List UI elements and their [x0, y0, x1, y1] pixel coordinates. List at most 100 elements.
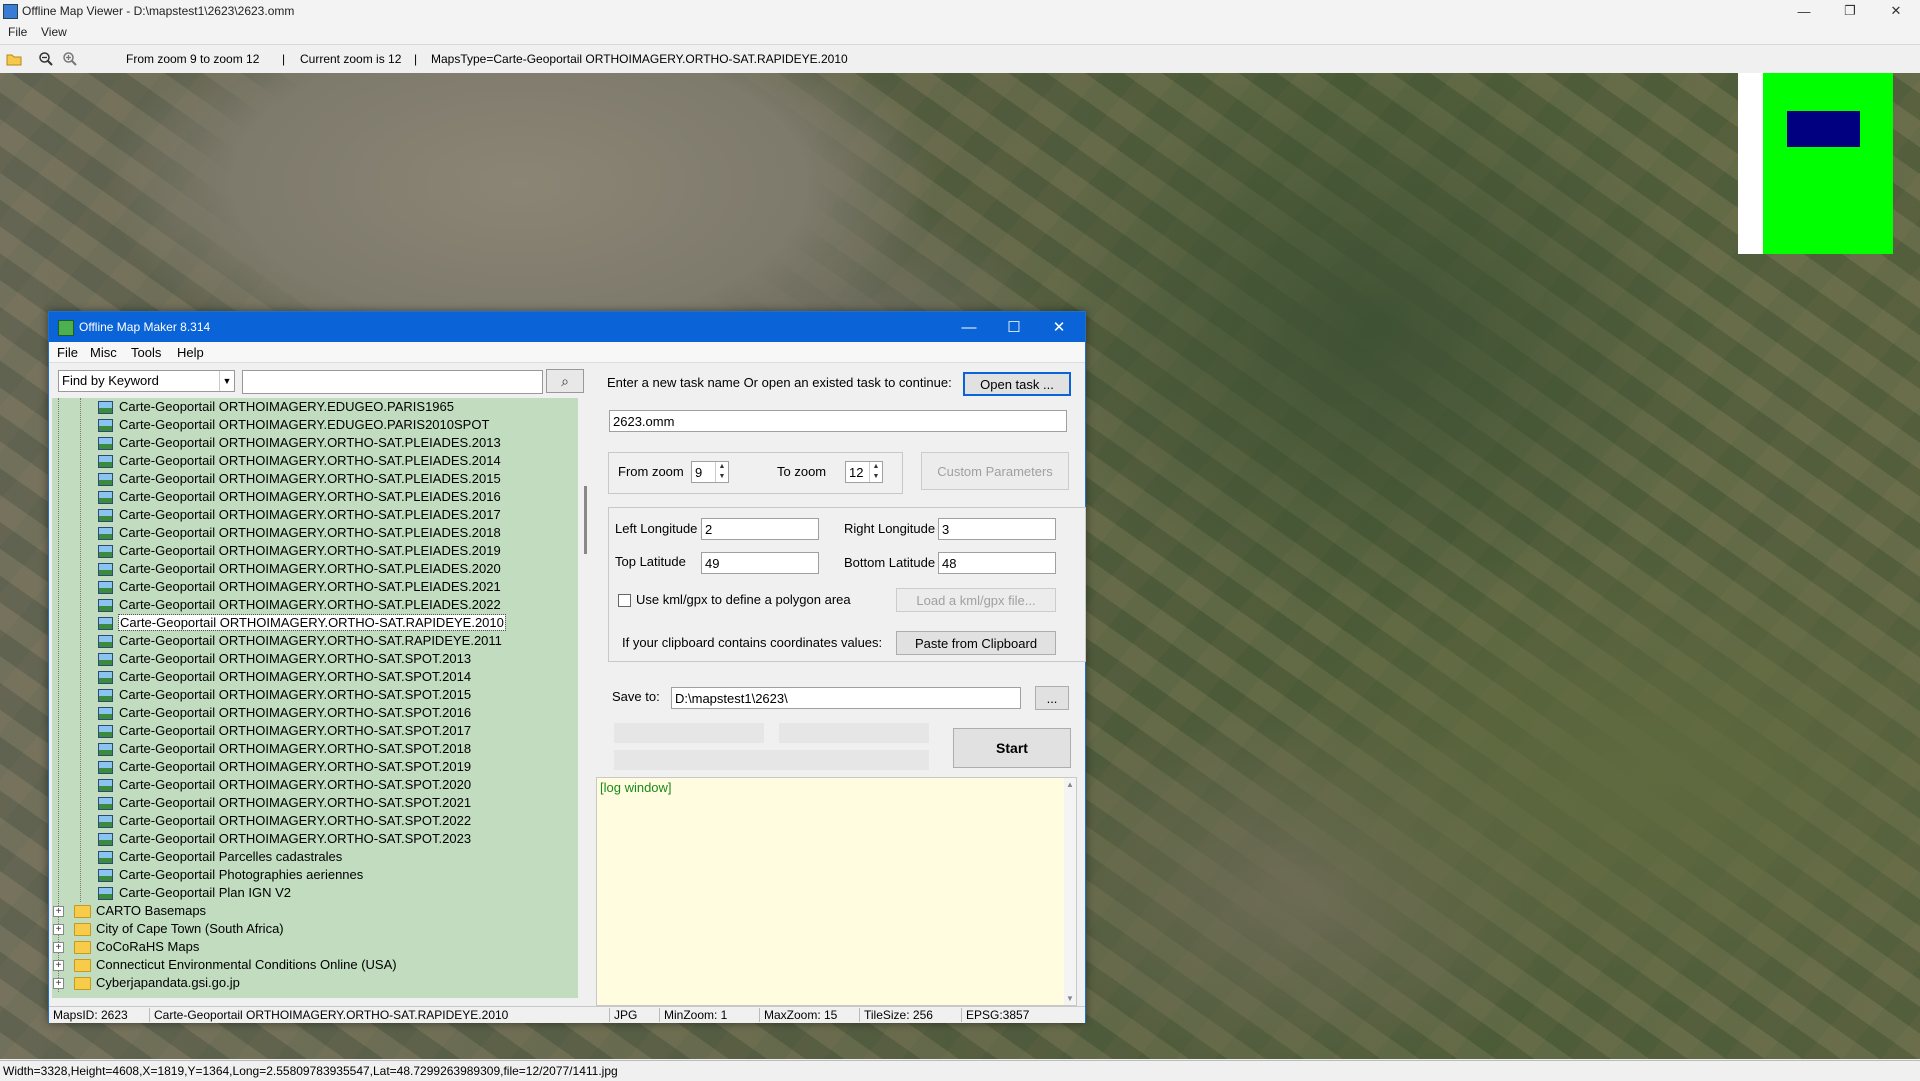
log-scrollbar[interactable]: ▲ ▼ [1064, 778, 1076, 1005]
tree-map-item[interactable]: Carte-Geoportail ORTHOIMAGERY.ORTHO-SAT.… [52, 776, 578, 794]
tree-map-item[interactable]: Carte-Geoportail ORTHOIMAGERY.ORTHO-SAT.… [52, 686, 578, 704]
tree-map-item[interactable]: Carte-Geoportail ORTHOIMAGERY.ORTHO-SAT.… [52, 758, 578, 776]
log-window[interactable]: [log window] ▲ ▼ [596, 777, 1077, 1006]
folder-open-icon[interactable] [6, 51, 22, 67]
minimap[interactable] [1738, 73, 1893, 254]
search-button[interactable]: ⌕ [546, 369, 584, 393]
tree-map-item[interactable]: Carte-Geoportail ORTHOIMAGERY.ORTHO-SAT.… [52, 596, 578, 614]
tree-item-label: Carte-Geoportail ORTHOIMAGERY.ORTHO-SAT.… [119, 471, 501, 486]
open-task-button[interactable]: Open task ... [963, 372, 1071, 396]
dialog-close-button[interactable]: ✕ [1037, 312, 1081, 342]
tree-map-item[interactable]: Carte-Geoportail ORTHOIMAGERY.ORTHO-SAT.… [52, 722, 578, 740]
tree-map-item[interactable]: Carte-Geoportail Parcelles cadastrales [52, 848, 578, 866]
menu-misc[interactable]: Misc [90, 345, 117, 360]
expand-icon[interactable]: + [53, 942, 64, 953]
from-zoom-stepper[interactable]: 9 ▲ ▼ [691, 461, 729, 483]
restore-button[interactable]: ❐ [1827, 0, 1873, 22]
menu-help[interactable]: Help [177, 345, 204, 360]
kml-checkbox[interactable] [618, 594, 631, 607]
chevron-down-icon: ▼ [219, 371, 234, 391]
search-mode-value: Find by Keyword [62, 373, 159, 388]
search-input[interactable] [242, 370, 543, 394]
viewer-status-text: Width=3328,Height=4608,X=1819,Y=1364,Lon… [3, 1064, 618, 1078]
dialog-maximize-button[interactable]: ☐ [992, 312, 1036, 342]
tree-folder-item[interactable]: + Connecticut Environmental Conditions On… [52, 956, 578, 974]
start-button[interactable]: Start [953, 728, 1071, 768]
tree-map-item[interactable]: Carte-Geoportail ORTHOIMAGERY.ORTHO-SAT.… [52, 488, 578, 506]
tree-map-item[interactable]: Carte-Geoportail ORTHOIMAGERY.ORTHO-SAT.… [52, 470, 578, 488]
left-longitude-input[interactable] [701, 518, 819, 540]
tree-folder-item[interactable]: + Cyberjapandata.gsi.go.jp [52, 974, 578, 992]
tree-folder-item[interactable]: + City of Cape Town (South Africa) [52, 920, 578, 938]
tree-item-label: Carte-Geoportail Plan IGN V2 [119, 885, 291, 900]
tree-map-item[interactable]: Carte-Geoportail ORTHOIMAGERY.ORTHO-SAT.… [52, 668, 578, 686]
kml-checkbox-label: Use kml/gpx to define a polygon area [636, 592, 851, 607]
paste-clipboard-button[interactable]: Paste from Clipboard [896, 631, 1056, 655]
minimap-viewport[interactable] [1787, 111, 1860, 147]
tree-item-label: Carte-Geoportail ORTHOIMAGERY.ORTHO-SAT.… [119, 831, 472, 846]
bottom-latitude-input[interactable] [938, 552, 1056, 574]
tree-map-item[interactable]: Carte-Geoportail ORTHOIMAGERY.ORTHO-SAT.… [52, 632, 578, 650]
menu-tools[interactable]: Tools [131, 345, 161, 360]
tree-scrollbar-thumb[interactable] [584, 486, 587, 554]
stepper-arrows-icon[interactable]: ▲ ▼ [869, 462, 882, 482]
map-image-icon [98, 455, 113, 468]
tree-map-item[interactable]: Carte-Geoportail ORTHOIMAGERY.ORTHO-SAT.… [52, 704, 578, 722]
tree-map-item[interactable]: Carte-Geoportail ORTHOIMAGERY.ORTHO-SAT.… [52, 812, 578, 830]
scroll-up-icon[interactable]: ▲ [1066, 780, 1074, 789]
tree-item-label: City of Cape Town (South Africa) [96, 921, 284, 936]
map-source-tree[interactable]: Carte-Geoportail ORTHOIMAGERY.EDUGEO.PAR… [52, 398, 578, 998]
separator: | [414, 52, 418, 66]
load-kml-button[interactable]: Load a kml/gpx file... [896, 588, 1056, 612]
tree-map-item[interactable]: Carte-Geoportail ORTHOIMAGERY.ORTHO-SAT.… [52, 434, 578, 452]
expand-icon[interactable]: + [53, 906, 64, 917]
dialog-minimize-button[interactable]: — [947, 312, 991, 342]
stepper-arrows-icon[interactable]: ▲ ▼ [715, 462, 728, 482]
tree-map-item[interactable]: Carte-Geoportail ORTHOIMAGERY.EDUGEO.PAR… [52, 398, 578, 416]
tree-map-item[interactable]: Carte-Geoportail ORTHOIMAGERY.ORTHO-SAT.… [52, 524, 578, 542]
tree-folder-item[interactable]: + CoCoRaHS Maps [52, 938, 578, 956]
menu-file[interactable]: File [8, 25, 27, 39]
progress-bar-total [614, 750, 929, 770]
tree-map-item[interactable]: Carte-Geoportail ORTHOIMAGERY.ORTHO-SAT.… [52, 452, 578, 470]
custom-parameters-button[interactable]: Custom Parameters [921, 452, 1069, 490]
scroll-down-icon[interactable]: ▼ [1066, 994, 1074, 1003]
tree-map-item[interactable]: Carte-Geoportail ORTHOIMAGERY.ORTHO-SAT.… [52, 794, 578, 812]
minimize-button[interactable]: — [1781, 0, 1827, 22]
tree-map-item[interactable]: Carte-Geoportail Photographies aeriennes [52, 866, 578, 884]
tree-map-item[interactable]: Carte-Geoportail ORTHOIMAGERY.ORTHO-SAT.… [52, 542, 578, 560]
tree-map-item[interactable]: Carte-Geoportail ORTHOIMAGERY.EDUGEO.PAR… [52, 416, 578, 434]
zoom-in-icon[interactable] [62, 51, 78, 67]
tree-folder-item[interactable]: + CARTO Basemaps [52, 902, 578, 920]
expand-icon[interactable]: + [53, 960, 64, 971]
from-zoom-value: 9 [695, 465, 703, 480]
tree-item-label: Carte-Geoportail ORTHOIMAGERY.ORTHO-SAT.… [119, 579, 501, 594]
menu-view[interactable]: View [41, 25, 67, 39]
right-longitude-input[interactable] [938, 518, 1056, 540]
folder-icon [74, 923, 91, 936]
tree-map-item[interactable]: Carte-Geoportail ORTHOIMAGERY.ORTHO-SAT.… [52, 830, 578, 848]
tree-map-item[interactable]: Carte-Geoportail ORTHOIMAGERY.ORTHO-SAT.… [52, 614, 578, 632]
zoom-out-icon[interactable] [38, 51, 54, 67]
tree-map-item[interactable]: Carte-Geoportail Plan IGN V2 [52, 884, 578, 902]
expand-icon[interactable]: + [53, 924, 64, 935]
tree-map-item[interactable]: Carte-Geoportail ORTHOIMAGERY.ORTHO-SAT.… [52, 506, 578, 524]
browse-button[interactable]: ... [1035, 686, 1069, 710]
save-path-input[interactable] [671, 687, 1021, 709]
map-image-icon [98, 653, 113, 666]
task-name-input[interactable] [609, 410, 1067, 432]
status-tile-size: TileSize: 256 [859, 1008, 933, 1022]
tree-map-item[interactable]: Carte-Geoportail ORTHOIMAGERY.ORTHO-SAT.… [52, 578, 578, 596]
expand-icon[interactable]: + [53, 978, 64, 989]
menu-file[interactable]: File [57, 345, 78, 360]
top-latitude-label: Top Latitude [615, 554, 686, 569]
close-button[interactable]: ✕ [1873, 0, 1919, 22]
tree-scrollbar[interactable] [580, 398, 592, 998]
tree-map-item[interactable]: Carte-Geoportail ORTHOIMAGERY.ORTHO-SAT.… [52, 740, 578, 758]
search-mode-select[interactable]: Find by Keyword ▼ [58, 370, 235, 392]
viewer-title-bar: Offline Map Viewer - D:\mapstest1\2623\2… [0, 0, 1920, 22]
to-zoom-stepper[interactable]: 12 ▲ ▼ [845, 461, 883, 483]
top-latitude-input[interactable] [701, 552, 819, 574]
tree-map-item[interactable]: Carte-Geoportail ORTHOIMAGERY.ORTHO-SAT.… [52, 650, 578, 668]
tree-map-item[interactable]: Carte-Geoportail ORTHOIMAGERY.ORTHO-SAT.… [52, 560, 578, 578]
